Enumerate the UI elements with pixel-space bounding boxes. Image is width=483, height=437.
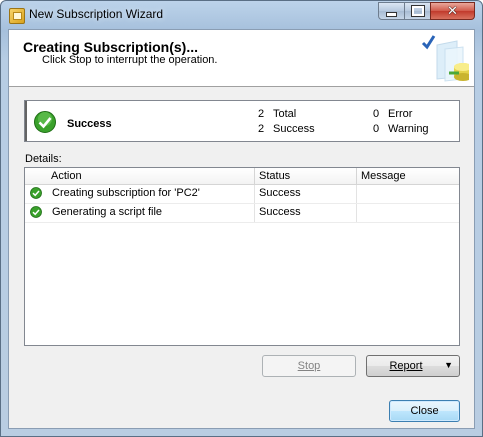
- close-icon: ✕: [447, 3, 458, 19]
- report-button[interactable]: Report ▼: [366, 355, 460, 377]
- table-row[interactable]: Creating subscription for 'PC2' Success: [25, 185, 459, 204]
- details-grid[interactable]: Action Status Message Creating subscript…: [24, 167, 460, 346]
- minimize-icon: [386, 11, 397, 17]
- total-label: Total: [273, 108, 297, 120]
- cell-divider: [356, 185, 357, 203]
- total-count: 2: [258, 108, 265, 120]
- error-count: 0: [373, 108, 380, 120]
- close-window-button[interactable]: ✕: [430, 2, 475, 20]
- row-action: Generating a script file: [52, 206, 163, 218]
- report-button-label: Report: [389, 360, 423, 372]
- stop-button[interactable]: Stop: [262, 355, 356, 377]
- app-icon: [9, 8, 25, 24]
- page-title: Creating Subscription(s)...: [23, 39, 199, 55]
- stop-button-label: Stop: [297, 360, 321, 372]
- row-action: Creating subscription for 'PC2': [52, 187, 200, 199]
- title-bar[interactable]: New Subscription Wizard ✕: [1, 1, 482, 29]
- cell-divider: [254, 204, 255, 222]
- column-divider[interactable]: [356, 168, 357, 184]
- warning-label: Warning: [388, 123, 429, 135]
- row-status: Success: [259, 187, 301, 199]
- close-button-label: Close: [410, 405, 439, 417]
- row-status: Success: [259, 206, 301, 218]
- success-check-icon: [30, 206, 42, 218]
- maximize-icon: [410, 5, 425, 17]
- dropdown-arrow-icon: ▼: [444, 360, 453, 370]
- column-header-status[interactable]: Status: [259, 170, 290, 182]
- summary-panel: Success 2 Total 2 Success 0 Error 0 Warn…: [24, 100, 460, 142]
- cell-divider: [356, 204, 357, 222]
- warning-count: 0: [373, 123, 380, 135]
- column-header-action[interactable]: Action: [51, 170, 82, 182]
- wizard-header: Creating Subscription(s)... Click Stop t…: [9, 30, 474, 87]
- success-count: 2: [258, 123, 265, 135]
- wizard-window: New Subscription Wizard ✕ Creating Subsc…: [0, 0, 483, 437]
- wizard-body: Creating Subscription(s)... Click Stop t…: [8, 29, 475, 429]
- error-label: Error: [388, 108, 413, 120]
- maximize-button[interactable]: [404, 2, 431, 20]
- cell-divider: [254, 185, 255, 203]
- success-check-icon: [30, 187, 42, 199]
- wizard-graphic-icon: [421, 35, 469, 82]
- page-subtitle: Click Stop to interrupt the operation.: [42, 54, 218, 66]
- table-row[interactable]: Generating a script file Success: [25, 204, 459, 223]
- window-title: New Subscription Wizard: [29, 7, 164, 21]
- column-header-message[interactable]: Message: [361, 170, 406, 182]
- overall-status: Success: [67, 118, 112, 130]
- details-label: Details:: [25, 153, 62, 165]
- close-button[interactable]: Close: [389, 400, 460, 422]
- minimize-button[interactable]: [378, 2, 405, 20]
- column-divider[interactable]: [254, 168, 255, 184]
- success-check-icon: [34, 111, 56, 133]
- grid-header: Action Status Message: [25, 168, 459, 185]
- success-label: Success: [273, 123, 315, 135]
